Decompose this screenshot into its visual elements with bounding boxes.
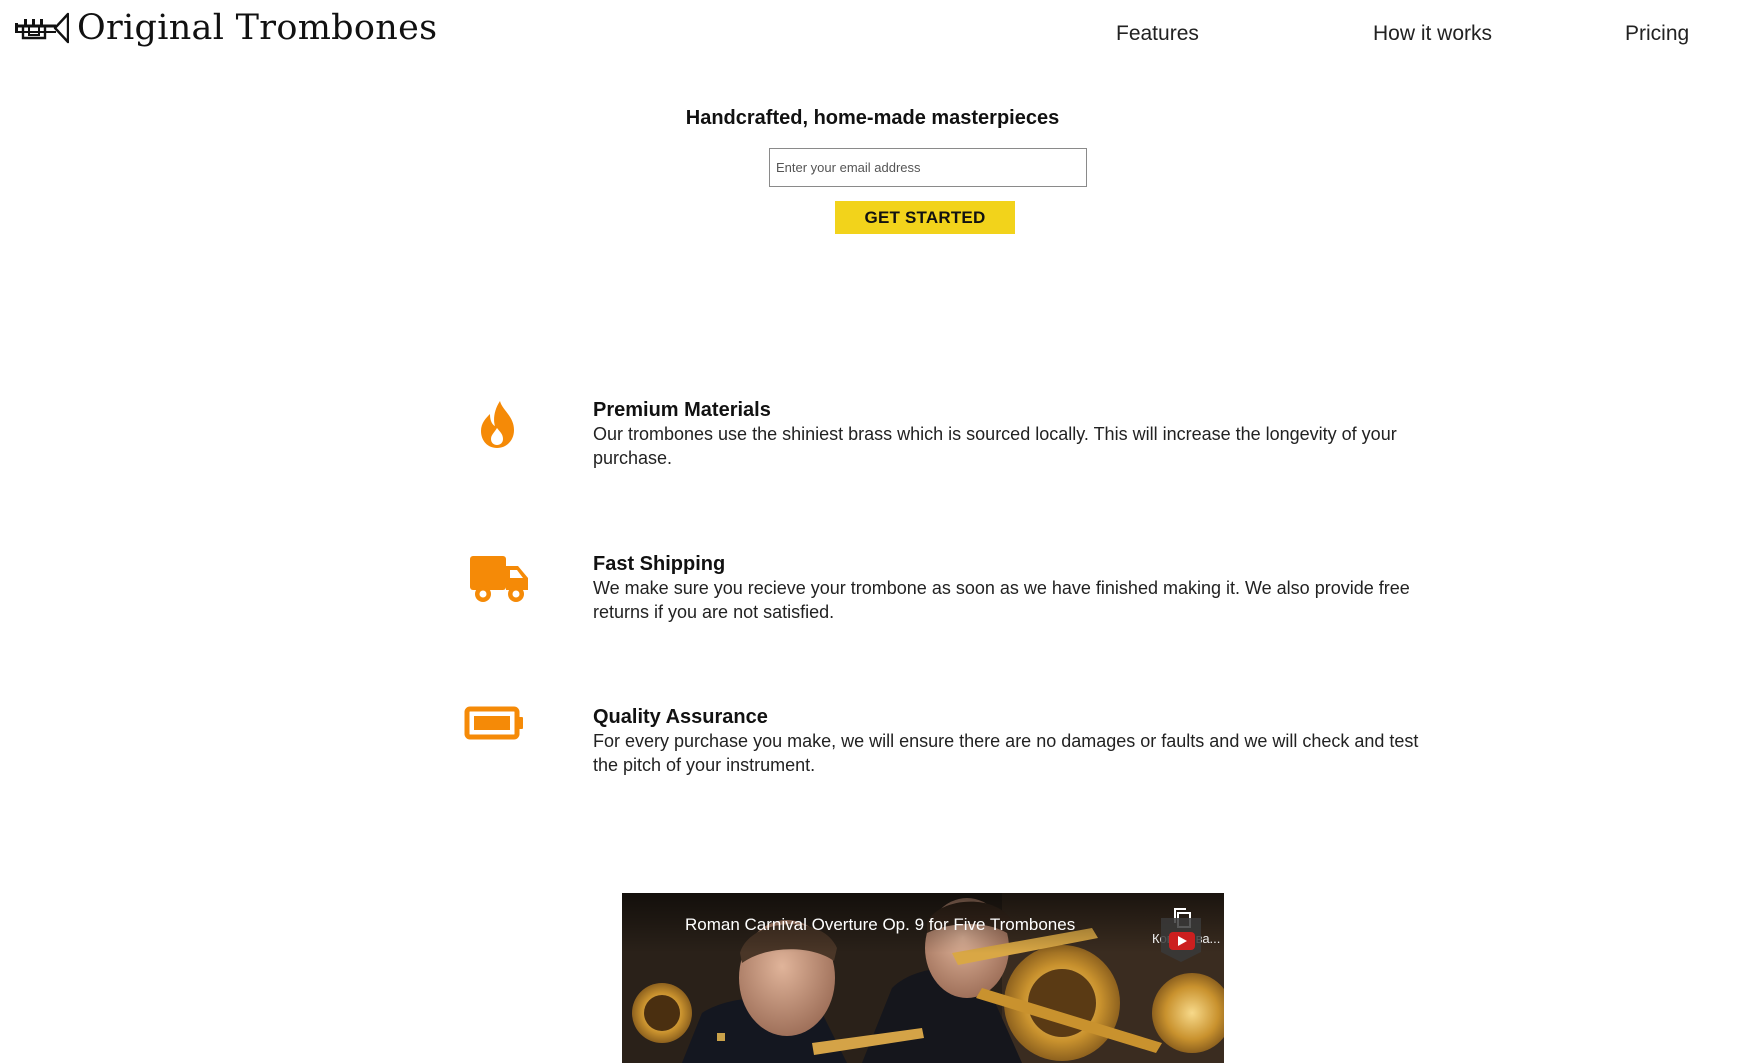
feature-body: Quality Assurance For every purchase you… [593, 705, 1423, 777]
feature-description: Our trombones use the shiniest brass whi… [593, 424, 1397, 468]
truck-icon [470, 556, 528, 602]
site-header: Original Trombones Features How it works… [0, 0, 1745, 64]
feature-body: Fast Shipping We make sure you recieve y… [593, 552, 1423, 624]
battery-icon [464, 706, 523, 740]
main-nav: Features How it works Pricing [0, 22, 1745, 52]
feature-title: Quality Assurance [593, 706, 768, 728]
flame-icon [481, 401, 514, 448]
hero-section: Handcrafted, home-made masterpieces GET … [0, 100, 1745, 234]
feature-body: Premium Materials Our trombones use the … [593, 398, 1423, 470]
email-input[interactable] [769, 148, 1087, 187]
nav-link-how-it-works[interactable]: How it works [1373, 22, 1492, 46]
video-title[interactable]: Roman Carnival Overture Op. 9 for Five T… [685, 915, 1075, 935]
feature-title: Fast Shipping [593, 553, 726, 575]
get-started-button[interactable]: GET STARTED [835, 201, 1015, 234]
feature-description: For every purchase you make, we will ens… [593, 731, 1419, 775]
nav-link-pricing[interactable]: Pricing [1625, 22, 1689, 46]
hero-title: Handcrafted, home-made masterpieces [685, 107, 1060, 129]
youtube-play-icon[interactable] [1159, 918, 1203, 962]
video-embed[interactable]: Roman Carnival Overture Op. 9 for Five T… [622, 893, 1224, 1063]
feature-title: Premium Materials [593, 399, 771, 421]
feature-description: We make sure you recieve your trombone a… [593, 578, 1410, 622]
nav-link-features[interactable]: Features [1116, 22, 1199, 46]
